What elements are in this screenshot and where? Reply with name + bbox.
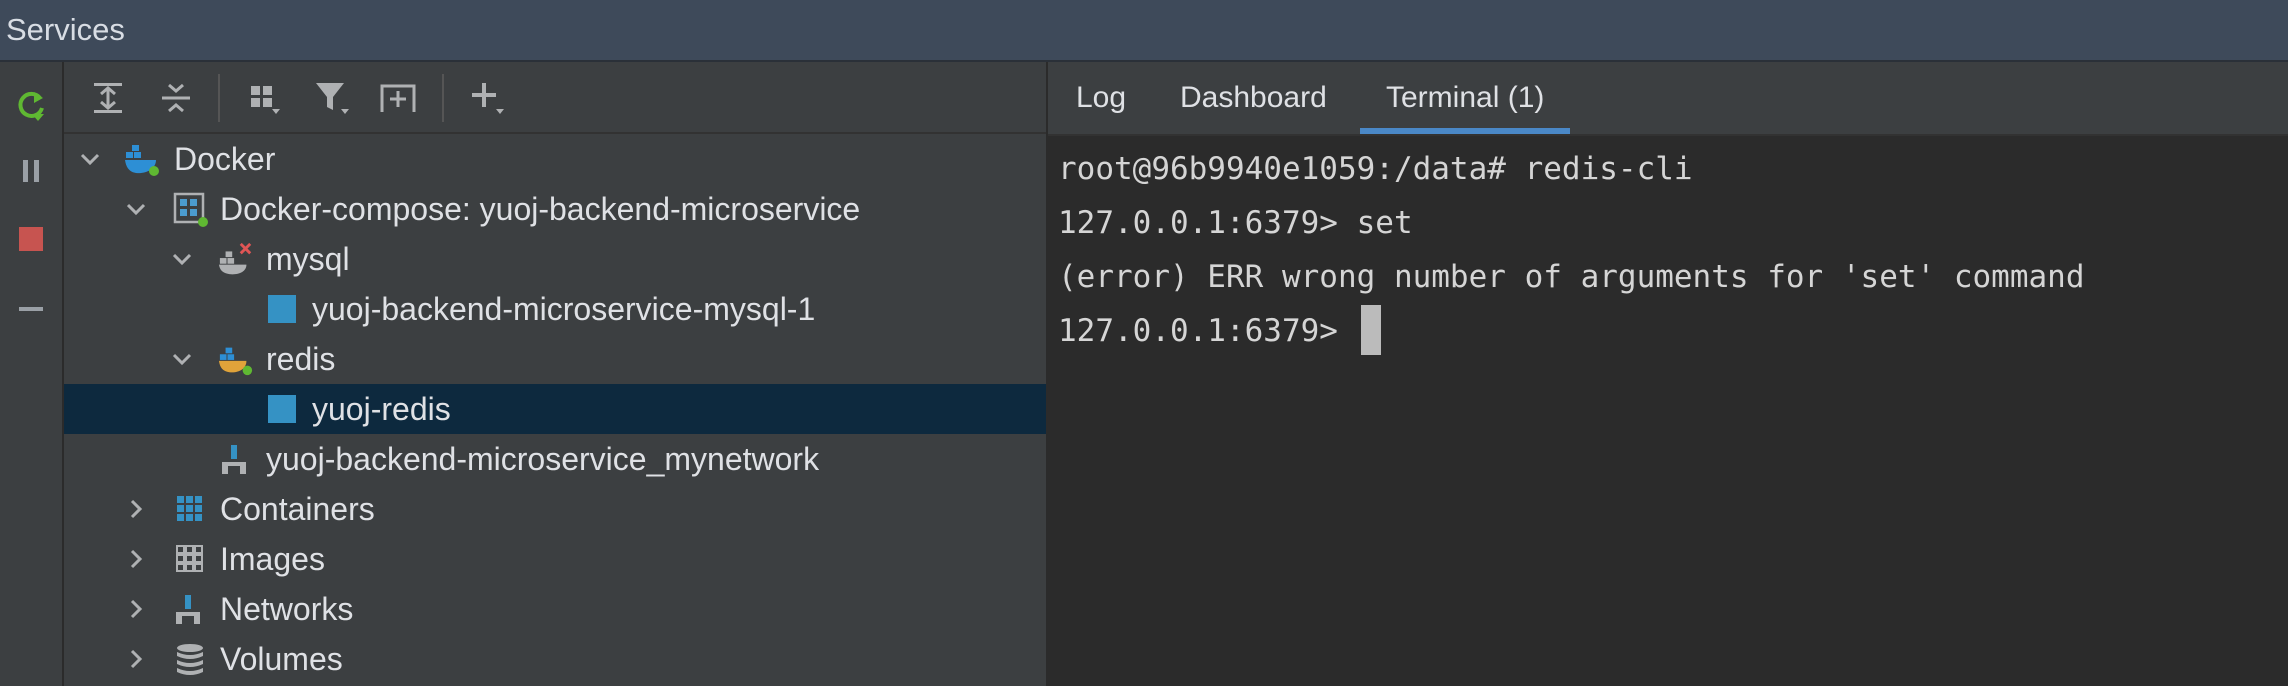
stop-button[interactable]: [8, 216, 54, 262]
left-action-bar: [0, 62, 64, 686]
chevron-right-icon[interactable]: [122, 595, 150, 623]
tree-node-images[interactable]: Images: [64, 534, 1046, 584]
tree-node-label: Volumes: [220, 641, 343, 677]
tree-node-containers[interactable]: Containers: [64, 484, 1046, 534]
new-services-tab-button[interactable]: [374, 74, 422, 122]
tree-node-label: Docker: [174, 141, 276, 177]
services-toolbar: [64, 62, 1046, 134]
tree-node-label: redis: [266, 341, 336, 377]
add-tab-icon: [380, 84, 416, 112]
docker-service-icon: [218, 341, 254, 377]
tree-node-label: Images: [220, 541, 325, 577]
tree-node-volumes[interactable]: Volumes: [64, 634, 1046, 684]
collapse-all-button[interactable]: [152, 74, 200, 122]
tree-node-label: yuoj-redis: [312, 391, 451, 427]
chevron-right-icon[interactable]: [122, 645, 150, 673]
volumes-icon: [172, 641, 208, 677]
expand-all-button[interactable]: [84, 74, 132, 122]
toolbar-separator: [442, 74, 444, 122]
details-tab-bar: Log Dashboard Terminal (1): [1048, 62, 2288, 136]
minus-icon: [19, 307, 43, 311]
collapse-all-icon: [162, 83, 190, 113]
tree-node-label: yuoj-backend-microservice_mynetwork: [266, 441, 820, 477]
expand-all-icon: [94, 83, 122, 113]
tree-node-label: Networks: [220, 591, 354, 627]
chevron-down-icon[interactable]: [168, 345, 196, 373]
chevron-down-icon[interactable]: [122, 195, 150, 223]
plus-icon: [472, 83, 504, 114]
filter-icon: [316, 83, 349, 114]
containers-icon: [172, 491, 208, 527]
tree-node-docker-compose[interactable]: Docker-compose: yuoj-backend-microservic…: [64, 184, 1046, 234]
compose-icon: [172, 191, 208, 227]
tree-node-label: mysql: [266, 241, 350, 277]
group-by-icon: [251, 86, 280, 114]
container-icon: [264, 291, 300, 327]
container-icon: [264, 391, 300, 427]
filter-button[interactable]: [308, 74, 356, 122]
pause-icon: [23, 160, 39, 182]
stop-icon: [19, 227, 43, 251]
tree-node-mysql[interactable]: mysql: [64, 234, 1046, 284]
tree-node-networks[interactable]: Networks: [64, 584, 1046, 634]
tree-node-mysql-container[interactable]: yuoj-backend-microservice-mysql-1: [64, 284, 1046, 334]
tab-dashboard[interactable]: Dashboard: [1180, 62, 1327, 134]
group-by-button[interactable]: [240, 74, 288, 122]
terminal-cursor: [1360, 304, 1381, 355]
tree-node-label: Docker-compose: yuoj-backend-microservic…: [220, 191, 861, 227]
chevron-right-icon[interactable]: [122, 495, 150, 523]
tool-window-title: Services: [6, 12, 125, 47]
terminal-output[interactable]: root@96b9940e1059:/data# redis-cli 127.0…: [1058, 142, 2278, 358]
networks-icon: [172, 591, 208, 627]
service-details-panel: Log Dashboard Terminal (1) root@96b9940e…: [1048, 62, 2288, 686]
chevron-down-icon[interactable]: [76, 145, 104, 173]
chevron-right-icon[interactable]: [122, 545, 150, 573]
tree-node-redis-container[interactable]: yuoj-redis: [64, 384, 1046, 434]
docker-service-icon: [218, 241, 254, 277]
refresh-icon: [18, 91, 44, 121]
terminal-prompt-line[interactable]: 127.0.0.1:6379>: [1058, 304, 2278, 358]
tree-node-docker[interactable]: Docker: [64, 134, 1046, 184]
add-service-button[interactable]: [464, 74, 512, 122]
pause-button[interactable]: [8, 148, 54, 194]
tree-node-redis[interactable]: redis: [64, 334, 1046, 384]
terminal-line: 127.0.0.1:6379> set: [1058, 205, 1413, 241]
tool-window-header: Services: [0, 0, 2288, 62]
tab-terminal[interactable]: Terminal (1): [1359, 62, 1571, 134]
docker-icon: [124, 141, 160, 177]
tree-node-label: yuoj-backend-microservice-mysql-1: [312, 291, 816, 327]
chevron-down-icon[interactable]: [168, 245, 196, 273]
network-icon: [218, 441, 254, 477]
minimize-button[interactable]: [8, 286, 54, 332]
tab-log[interactable]: Log: [1076, 62, 1126, 134]
terminal-line: (error) ERR wrong number of arguments fo…: [1058, 259, 2085, 295]
toolbar-separator: [218, 74, 220, 122]
services-tree-panel: Docker Docker-compose: yuoj-backend-micr…: [64, 62, 1048, 686]
tree-node-label: Containers: [220, 491, 375, 527]
terminal-prompt: 127.0.0.1:6379>: [1058, 313, 1357, 349]
images-icon: [172, 541, 208, 577]
tree-node-network[interactable]: yuoj-backend-microservice_mynetwork: [64, 434, 1046, 484]
rerun-button[interactable]: [8, 82, 54, 128]
terminal-line: root@96b9940e1059:/data# redis-cli: [1058, 151, 1693, 187]
